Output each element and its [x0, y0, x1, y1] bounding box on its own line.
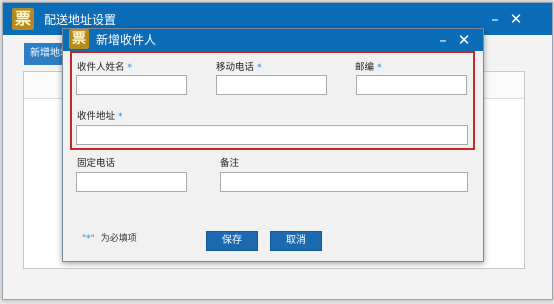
required-mark: *: [257, 63, 262, 73]
cancel-button[interactable]: 取消: [270, 231, 322, 251]
app-logo: 票: [12, 8, 34, 30]
mobile-label: 移动电话 *: [216, 62, 262, 73]
required-mark: *: [127, 63, 133, 73]
mobile-input[interactable]: [216, 75, 327, 95]
landline-label: 固定电话: [77, 158, 116, 169]
postcode-input[interactable]: [356, 75, 467, 95]
dialog-minimize-button[interactable]: –: [435, 32, 451, 48]
dialog-title: 新增收件人: [96, 33, 157, 47]
recipient-name-label: 收件人姓名 *: [77, 62, 133, 73]
dialog-close-button[interactable]: ✕: [456, 32, 472, 48]
address-input[interactable]: [76, 125, 468, 145]
dialog-logo: 票: [69, 29, 89, 49]
outer-close-button[interactable]: ✕: [508, 11, 524, 27]
required-fields-note: "*" 为必填项: [82, 234, 137, 244]
add-recipient-dialog: 票 新增收件人 – ✕ 收件人姓名 * 移动电话 * 邮编 * 收件地址 * 固定电话 …: [62, 28, 484, 262]
outer-minimize-button[interactable]: –: [487, 11, 503, 27]
required-mark: *: [118, 112, 123, 122]
required-mark: *: [377, 63, 382, 73]
postcode-label: 邮编 *: [355, 62, 382, 73]
save-button[interactable]: 保存: [206, 231, 258, 251]
dialog-title-bar: 票 新增收件人 – ✕: [63, 29, 483, 51]
address-label: 收件地址 *: [77, 111, 123, 122]
required-note-mark: "*": [82, 234, 95, 244]
recipient-name-input[interactable]: [76, 75, 187, 95]
outer-window-title: 配送地址设置: [44, 13, 117, 27]
landline-input[interactable]: [76, 172, 187, 192]
remark-input[interactable]: [220, 172, 468, 192]
remark-label: 备注: [220, 158, 240, 169]
